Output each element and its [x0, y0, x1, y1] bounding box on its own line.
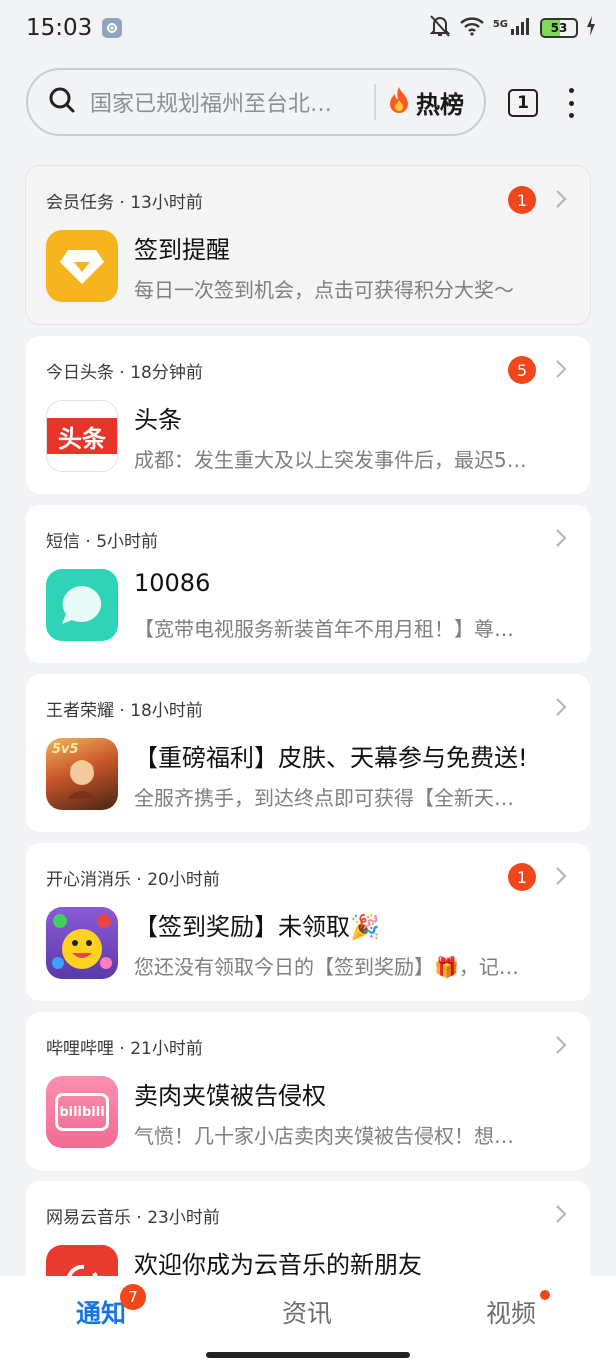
notification-title: 卖肉夹馍被告侵权 [134, 1082, 326, 1110]
mute-icon [429, 14, 451, 42]
status-bar: 15:03 5G 53 [0, 0, 616, 56]
flame-icon [386, 86, 412, 118]
tab-video[interactable]: 视频 [486, 1294, 536, 1330]
charging-icon [586, 16, 596, 40]
chevron-right-icon[interactable] [554, 1034, 568, 1056]
notification-body: 气愤！几十家小店卖肉夹馍被告侵权！想… [134, 1124, 514, 1148]
toutiao-app-icon: 头条 [46, 400, 118, 472]
tab-count-button[interactable]: 1 [508, 89, 538, 117]
tab-notifications[interactable]: 通知 [76, 1294, 126, 1330]
signal-icon [510, 16, 532, 40]
notification-card[interactable]: 今日头条 · 18分钟前 5 头条 头条 成都：发生重大及以上突发事件后，最迟5… [26, 336, 590, 494]
notification-card[interactable]: 哔哩哔哩 · 21小时前 bilibili 卖肉夹馍被告侵权 气愤！几十家小店卖… [26, 1012, 590, 1170]
search-placeholder: 国家已规划福州至台北… [90, 92, 333, 117]
battery-indicator: 53 [540, 18, 578, 38]
unread-badge: 1 [508, 186, 536, 214]
unread-badge: 1 [508, 863, 536, 891]
notification-card[interactable]: 会员任务 · 13小时前 1 签到提醒 每日一次签到机会，点击可获得积分大奖～ [26, 166, 590, 324]
bilibili-logo-text: bilibili [55, 1093, 109, 1131]
settings-notification-icon [102, 18, 123, 38]
search-row: 国家已规划福州至台北… 热榜 1 [26, 68, 590, 136]
game-logo-text: 5v5 [52, 742, 79, 757]
search-divider [374, 84, 376, 120]
notification-body: 成都：发生重大及以上突发事件后，最迟5… [134, 448, 527, 472]
notification-body: 【宽带电视服务新装首年不用月租！】尊… [134, 617, 514, 641]
bilibili-app-icon: bilibili [46, 1076, 118, 1148]
notification-title: 头条 [134, 406, 182, 434]
notification-meta: 开心消消乐 · 20小时前 [46, 870, 220, 890]
notification-meta: 哔哩哔哩 · 21小时前 [46, 1039, 203, 1059]
notification-card[interactable]: 网易云音乐 · 23小时前 欢迎你成为云音乐的新朋友 [26, 1181, 590, 1317]
search-input[interactable]: 国家已规划福州至台北… 热榜 [26, 68, 486, 136]
video-new-dot [540, 1290, 550, 1300]
chevron-right-icon[interactable] [554, 527, 568, 549]
notification-card[interactable]: 开心消消乐 · 20小时前 1 【签到奖励】未领取🎉 您还没有领取今日的【签到奖… [26, 843, 590, 1001]
tab-news[interactable]: 资讯 [282, 1294, 332, 1330]
network-type: 5G [492, 18, 508, 30]
unread-badge: 5 [508, 356, 536, 384]
toutiao-logo-text: 头条 [47, 418, 117, 454]
hot-list-label: 热榜 [416, 90, 464, 119]
status-icons: 5G 53 [429, 14, 596, 42]
battery-level: 53 [550, 21, 568, 35]
chevron-right-icon[interactable] [554, 188, 568, 210]
notification-meta: 网易云音乐 · 23小时前 [46, 1208, 220, 1228]
notification-body: 您还没有领取今日的【签到奖励】🎁，记… [134, 955, 519, 979]
chevron-right-icon[interactable] [554, 696, 568, 718]
notification-title: 签到提醒 [134, 236, 230, 264]
home-indicator[interactable] [206, 1352, 410, 1358]
search-icon [48, 86, 76, 118]
notification-card[interactable]: 短信 · 5小时前 10086 【宽带电视服务新装首年不用月租！】尊… [26, 505, 590, 663]
honor-of-kings-app-icon: 5v5 [46, 738, 118, 810]
more-options-icon[interactable] [564, 88, 578, 118]
messages-app-icon [46, 569, 118, 641]
hot-list-button[interactable]: 热榜 [386, 85, 464, 120]
notification-title: 10086 [134, 569, 211, 597]
diamond-app-icon [46, 230, 118, 302]
notification-meta: 今日头条 · 18分钟前 [46, 363, 203, 383]
notification-title: 【签到奖励】未领取🎉 [134, 913, 380, 941]
notification-body: 每日一次签到机会，点击可获得积分大奖～ [134, 278, 514, 302]
notification-meta: 王者荣耀 · 18小时前 [46, 701, 203, 721]
status-time: 15:03 [26, 15, 93, 41]
notification-meta: 短信 · 5小时前 [46, 532, 159, 552]
notification-body: 全服齐携手，到达终点即可获得【全新天… [134, 786, 514, 810]
notifications-badge: 7 [120, 1284, 146, 1310]
happy-elimination-app-icon [46, 907, 118, 979]
notification-meta: 会员任务 · 13小时前 [46, 193, 203, 213]
chevron-right-icon[interactable] [554, 1203, 568, 1225]
notification-title: 【重磅福利】皮肤、天幕参与免费送! [134, 744, 528, 772]
notification-card[interactable]: 王者荣耀 · 18小时前 5v5 【重磅福利】皮肤、天幕参与免费送! 全服齐携手… [26, 674, 590, 832]
chevron-right-icon[interactable] [554, 865, 568, 887]
notification-title: 欢迎你成为云音乐的新朋友 [134, 1251, 422, 1279]
chevron-right-icon[interactable] [554, 358, 568, 380]
wifi-icon [459, 16, 485, 40]
